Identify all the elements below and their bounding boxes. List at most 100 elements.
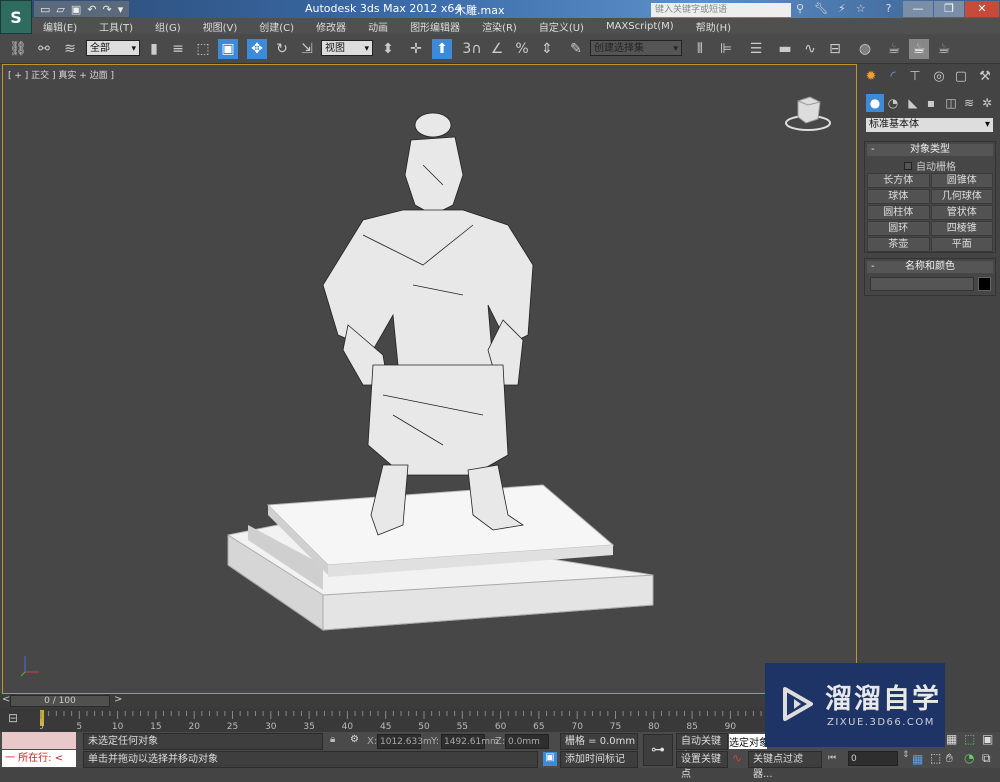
scene-explorer-icon[interactable]: ▬ xyxy=(775,39,795,59)
mini-curve-editor-icon[interactable]: ⊟ xyxy=(8,711,18,725)
mirror-icon[interactable]: ⫴ xyxy=(690,39,710,59)
spinner-snap-icon[interactable]: ⇕ xyxy=(537,39,557,59)
window-crossing-icon[interactable]: ▣ xyxy=(218,39,238,59)
helpers-icon[interactable]: ◫ xyxy=(942,94,960,112)
customize-dropdown-icon[interactable]: ▾ xyxy=(118,3,124,16)
undo-icon[interactable]: ↶ xyxy=(87,3,96,16)
binoculars-icon[interactable]: ⚲ xyxy=(796,2,804,15)
tube-button[interactable]: 管状体 xyxy=(930,205,993,220)
satellite-icon[interactable]: ⚡︎ xyxy=(838,2,846,15)
maxscript-listener-output[interactable]: 一 所在行: < xyxy=(2,750,76,767)
snap-toggle-icon[interactable]: 3∩ xyxy=(462,39,482,59)
percent-snap-icon[interactable]: % xyxy=(512,39,532,59)
geosphere-button[interactable]: 几何球体 xyxy=(930,189,993,204)
time-tag-icon[interactable]: ▣ xyxy=(543,752,557,766)
teapot-button[interactable]: 茶壶 xyxy=(867,237,930,252)
key-mode-icon[interactable]: ⏮ xyxy=(828,753,836,763)
render-production-icon[interactable]: ☕ xyxy=(934,39,954,59)
edit-named-selection-icon[interactable]: ✎ xyxy=(566,39,586,59)
select-by-name-icon[interactable]: ≡ xyxy=(168,39,188,59)
object-color-swatch[interactable] xyxy=(978,277,991,291)
maximize-viewport-icon[interactable]: ⧉ xyxy=(982,751,991,766)
manipulate-icon[interactable]: ✛ xyxy=(406,39,426,59)
cone-button[interactable]: 圆锥体 xyxy=(930,173,993,188)
select-rotate-icon[interactable]: ↻ xyxy=(272,39,292,59)
zoom-all-icon[interactable]: ▣ xyxy=(982,732,993,746)
shapes-icon[interactable]: ◔ xyxy=(884,94,902,112)
sphere-button[interactable]: 球体 xyxy=(867,189,930,204)
select-scale-icon[interactable]: ⇲ xyxy=(297,39,317,59)
object-name-input[interactable] xyxy=(870,277,974,291)
layer-manager-icon[interactable]: ☰ xyxy=(746,39,766,59)
key-filters-button[interactable]: 关键点过滤器... xyxy=(748,751,822,780)
zoom-extents-icon[interactable]: ▦ xyxy=(946,732,957,746)
geometry-icon[interactable]: ● xyxy=(866,94,884,112)
align-icon[interactable]: ⊫ xyxy=(716,39,736,59)
new-file-icon[interactable]: ▭ xyxy=(40,3,50,16)
key-filter-curve-icon[interactable]: ∿ xyxy=(732,751,742,765)
name-color-header[interactable]: - 名称和颜色 xyxy=(867,261,993,273)
systems-icon[interactable]: ✲ xyxy=(978,94,996,112)
bind-spacewarp-icon[interactable]: ≋ xyxy=(60,39,80,59)
plane-button[interactable]: 平面 xyxy=(930,237,993,252)
menu-views[interactable]: 视图(V) xyxy=(203,19,238,34)
statue-model[interactable] xyxy=(3,65,858,695)
menu-animation[interactable]: 动画 xyxy=(368,19,388,34)
y-coordinate-input[interactable]: 1492.61mm xyxy=(441,734,499,749)
modify-tab-icon[interactable]: ◜ xyxy=(884,68,902,86)
menu-customize[interactable]: 自定义(U) xyxy=(539,19,584,34)
menu-tools[interactable]: 工具(T) xyxy=(99,19,133,34)
cylinder-button[interactable]: 圆柱体 xyxy=(867,205,930,220)
help-icon[interactable]: ? xyxy=(886,2,892,15)
perspective-viewport[interactable]: [ + ] 正交 ] 真实 + 边面 ] xyxy=(2,64,857,694)
spacewarps-icon[interactable]: ≋ xyxy=(960,94,978,112)
select-object-icon[interactable]: ▮ xyxy=(144,39,164,59)
schematic-view-icon[interactable]: ⊟ xyxy=(825,39,845,59)
display-tab-icon[interactable]: ▢ xyxy=(952,68,970,86)
rect-selection-icon[interactable]: ⬚ xyxy=(193,39,213,59)
set-key-button-key-icon[interactable]: ⊶ xyxy=(643,734,673,766)
curve-editor-icon[interactable]: ∿ xyxy=(800,39,820,59)
object-type-header[interactable]: - 对象类型 xyxy=(867,144,993,156)
absolute-mode-icon[interactable]: ⚙ xyxy=(350,734,359,745)
z-coordinate-input[interactable]: 0.0mm xyxy=(505,734,549,749)
close-button[interactable]: ✕ xyxy=(965,1,999,17)
selection-filter-dropdown[interactable]: 全部 xyxy=(86,40,140,57)
wrench-icon[interactable]: 🔧︎ xyxy=(814,2,828,15)
create-tab-icon[interactable]: ✹ xyxy=(862,68,880,86)
keyboard-shortcut-override-icon[interactable]: ⬆ xyxy=(432,39,452,59)
material-editor-icon[interactable]: ◍ xyxy=(855,39,875,59)
auto-key-button[interactable]: 自动关键点 xyxy=(676,733,728,762)
selected-objects-dropdown[interactable]: 选定对象 xyxy=(729,734,767,749)
rendered-frame-window-icon[interactable]: ☕ xyxy=(909,39,929,59)
angle-snap-icon[interactable]: ∠ xyxy=(487,39,507,59)
field-of-view-icon[interactable]: ⬚ xyxy=(930,751,941,765)
select-move-icon[interactable]: ✥ xyxy=(247,39,267,59)
star-icon[interactable]: ☆ xyxy=(856,2,866,15)
auto-grid-checkbox[interactable]: 自动栅格 xyxy=(865,158,995,173)
box-button[interactable]: 长方体 xyxy=(867,173,930,188)
orbit-icon[interactable]: ◔ xyxy=(964,751,974,765)
menu-help[interactable]: 帮助(H) xyxy=(696,19,731,34)
pan-hand-icon[interactable]: ✋︎ xyxy=(946,751,953,766)
time-slider[interactable]: < 0 / 100 > xyxy=(0,694,770,708)
set-key-label[interactable]: 设置关键点 xyxy=(676,751,728,780)
category-dropdown[interactable]: 标准基本体 xyxy=(866,118,993,132)
current-frame-input[interactable]: 0 xyxy=(848,751,898,766)
x-coordinate-input[interactable]: 1012.633m xyxy=(377,734,432,749)
pivot-center-icon[interactable]: ⬍ xyxy=(378,39,398,59)
torus-button[interactable]: 圆环 xyxy=(867,221,930,236)
menu-rendering[interactable]: 渲染(R) xyxy=(482,19,517,34)
pyramid-button[interactable]: 四棱锥 xyxy=(930,221,993,236)
menu-group[interactable]: 组(G) xyxy=(155,19,181,34)
menu-graph-editors[interactable]: 图形编辑器 xyxy=(410,19,460,34)
menu-edit[interactable]: 编辑(E) xyxy=(43,19,77,34)
maxscript-listener-input[interactable] xyxy=(2,732,76,749)
maximize-button[interactable]: ❐ xyxy=(934,1,964,17)
add-time-tag-button[interactable]: 添加时间标记 xyxy=(560,751,638,768)
time-config-icon[interactable]: ⇕ xyxy=(902,750,910,760)
cameras-icon[interactable]: ▪ xyxy=(922,94,940,112)
unlink-icon[interactable]: ⚯ xyxy=(34,39,54,59)
lock-selection-icon[interactable]: 🔒︎ xyxy=(330,734,335,745)
menu-modifiers[interactable]: 修改器 xyxy=(316,19,346,34)
